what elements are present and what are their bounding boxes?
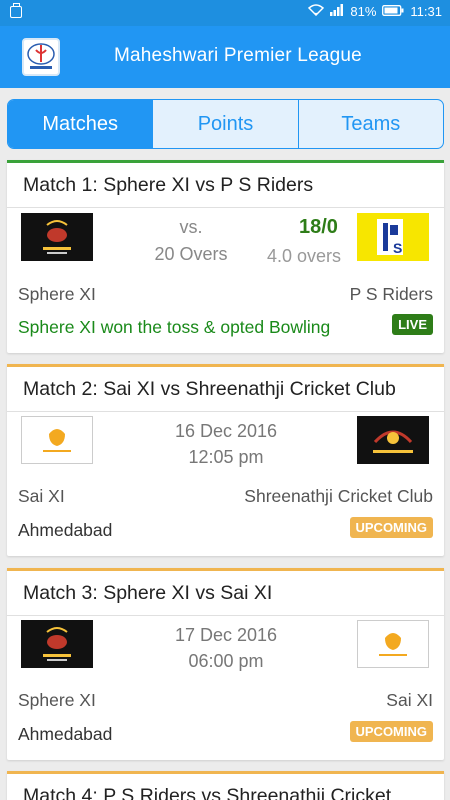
- match-card[interactable]: Match 3: Sphere XI vs Sai XI 17 Dec 2016…: [7, 568, 444, 760]
- score: 18/0: [299, 216, 338, 238]
- app-bar: Maheshwari Premier League: [0, 26, 450, 88]
- battery-icon: [382, 4, 404, 19]
- tab-points[interactable]: Points: [152, 100, 297, 148]
- card-accent-line: [7, 160, 444, 163]
- signal-icon: [330, 4, 344, 19]
- match-venue: Ahmedabad: [18, 724, 113, 744]
- svg-text:S: S: [393, 240, 402, 256]
- upcoming-badge: UPCOMING: [349, 721, 433, 742]
- team2-name: P S Riders: [349, 284, 433, 304]
- divider: [7, 615, 444, 616]
- match-status: Sphere XI won the toss & opted Bowling: [18, 317, 331, 337]
- tab-teams[interactable]: Teams: [297, 100, 443, 148]
- team1-name: Sai XI: [18, 486, 65, 506]
- tab-bar: Matches Points Teams: [7, 99, 444, 149]
- card-accent-line: [7, 771, 444, 774]
- match-title: Match 3: Sphere XI vs Sai XI: [23, 582, 273, 604]
- divider: [7, 411, 444, 412]
- team2-name: Sai XI: [386, 690, 433, 710]
- team-logo-sphere-xi: [21, 620, 93, 668]
- live-badge: LIVE: [392, 314, 433, 335]
- match-date: 16 Dec 2016: [174, 421, 278, 441]
- total-overs: 20 Overs: [154, 244, 228, 264]
- upcoming-badge: UPCOMING: [349, 517, 433, 538]
- match-time: 12:05 pm: [188, 447, 264, 467]
- battery-level: 81%: [350, 4, 377, 19]
- status-bar: 81% 11:31: [0, 0, 450, 26]
- team1-name: Sphere XI: [18, 690, 96, 710]
- match-card[interactable]: Match 2: Sai XI vs Shreenathji Cricket C…: [7, 364, 444, 556]
- team1-name: Sphere XI: [18, 284, 96, 304]
- match-title: Match 2: Sai XI vs Shreenathji Cricket C…: [23, 378, 396, 400]
- team-logo-ps-riders: S: [357, 213, 429, 261]
- team-logo-sai-xi: [357, 620, 429, 668]
- match-time: 06:00 pm: [188, 651, 264, 671]
- tab-matches[interactable]: Matches: [8, 100, 153, 148]
- team2-name: Shreenathji Cricket Club: [244, 486, 433, 506]
- clock: 11:31: [410, 4, 442, 19]
- match-date: 17 Dec 2016: [174, 625, 278, 645]
- clipboard-icon: [10, 3, 22, 18]
- divider: [7, 207, 444, 208]
- mpl-logo-icon: [22, 38, 60, 76]
- match-card[interactable]: Match 1: Sphere XI vs P S Riders vs. 20 …: [7, 160, 444, 353]
- match-card[interactable]: Match 4: P S Riders vs Shreenathji Crick…: [7, 771, 444, 800]
- match-venue: Ahmedabad: [18, 520, 113, 540]
- team-logo-sai-xi: [21, 416, 93, 464]
- app-title: Maheshwari Premier League: [114, 45, 362, 66]
- wifi-icon: [308, 4, 325, 19]
- match-title: Match 1: Sphere XI vs P S Riders: [23, 174, 314, 196]
- card-accent-line: [7, 364, 444, 367]
- team-logo-shreenathji: [357, 416, 429, 464]
- team-logo-sphere-xi: [21, 213, 93, 261]
- match-title: Match 4: P S Riders vs Shreenathji Crick…: [23, 785, 392, 800]
- card-accent-line: [7, 568, 444, 571]
- overs-played: 4.0 overs: [267, 246, 342, 266]
- vs-label: vs.: [179, 217, 203, 237]
